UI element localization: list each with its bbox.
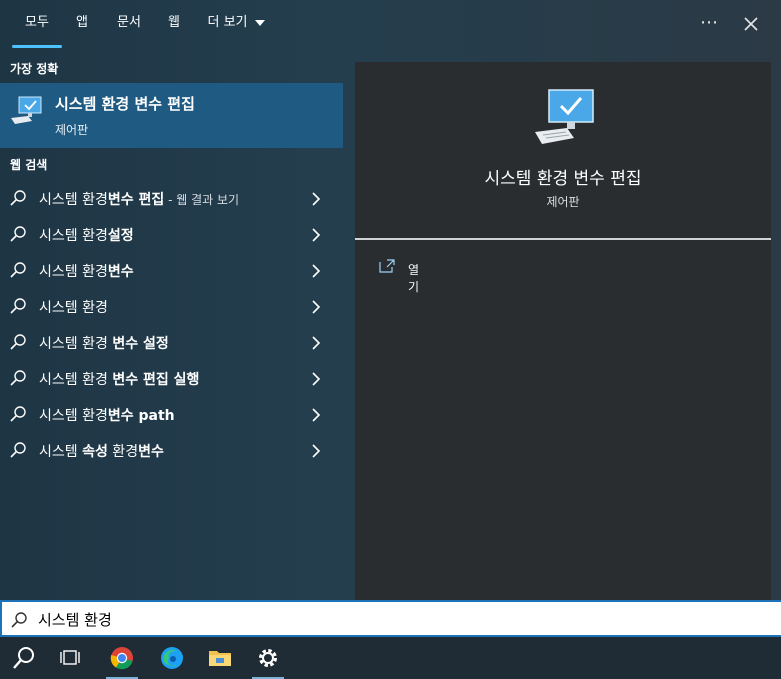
- chevron-right-icon: [312, 444, 321, 458]
- chevron-right-icon: [312, 300, 321, 314]
- taskbar-search-button[interactable]: [2, 637, 46, 679]
- tab-more[interactable]: 더 보기: [200, 0, 272, 48]
- close-glyph: [744, 17, 758, 31]
- search-icon: [10, 262, 26, 278]
- suggestion-plain: 시스템 환경: [39, 192, 108, 208]
- system-properties-large-icon: [535, 89, 594, 144]
- suggestion-plain: 시스템 환경: [39, 408, 108, 424]
- suggestion-text: 시스템 환경설정: [39, 225, 134, 245]
- chevron-down-icon: [254, 19, 265, 26]
- close-icon[interactable]: [735, 8, 767, 40]
- web-search-heading: 웹 검색: [10, 158, 48, 172]
- open-action-label: 열기: [408, 263, 420, 294]
- filter-tabs: 모두 앱 문서 웹 더 보기 ⋯: [0, 0, 781, 50]
- search-icon: [10, 298, 26, 314]
- tab-more-label: 더 보기: [207, 15, 248, 30]
- web-suggestion[interactable]: 시스템 환경설정: [0, 216, 343, 252]
- edge-icon: [161, 647, 183, 669]
- suggestion-plain: 시스템 환경: [39, 372, 113, 388]
- web-suggestion[interactable]: 시스템 환경 변수 편집 실행: [0, 360, 343, 396]
- chevron-right-icon: [312, 228, 321, 242]
- suggestion-bold: 변수 설정: [112, 336, 169, 352]
- web-suggestion[interactable]: 시스템 속성 환경변수: [0, 432, 343, 468]
- suggestion-text: 시스템 환경변수 편집 - 웹 결과 보기: [39, 189, 239, 209]
- best-match-item[interactable]: 시스템 환경 변수 편집 제어판: [0, 83, 343, 148]
- suggestion-text: 시스템 환경변수 path: [39, 405, 175, 425]
- detail-pane: 시스템 환경 변수 편집 제어판 열기: [355, 62, 771, 600]
- suggestion-bold: 변수 편집: [107, 192, 165, 208]
- suggestion-hint: - 웹 결과 보기: [164, 193, 240, 207]
- suggestion-text: 시스템 환경: [39, 297, 108, 317]
- suggestion-bold-2: 변수: [138, 444, 164, 460]
- settings-button[interactable]: [246, 637, 290, 679]
- chevron-right-icon: [312, 408, 321, 422]
- detail-divider: [355, 238, 771, 240]
- settings-icon: [259, 649, 277, 667]
- suggestion-plain: 시스템: [39, 444, 83, 460]
- search-panel: 모두 앱 문서 웹 더 보기 ⋯ 가장 정확 시스템 환경 변수 편집 제어판 …: [0, 0, 781, 600]
- tab-documents[interactable]: 문서: [109, 0, 149, 48]
- suggestion-rest: 환경: [107, 444, 139, 460]
- suggestion-plain: 시스템 환경: [39, 300, 108, 316]
- suggestion-text: 시스템 환경 변수 편집 실행: [39, 369, 199, 389]
- suggestion-text: 시스템 속성 환경변수: [39, 441, 164, 461]
- chrome-icon: [110, 647, 133, 670]
- web-suggestion[interactable]: 시스템 환경: [0, 288, 343, 324]
- open-external-icon: [379, 259, 395, 273]
- search-icon: [10, 370, 26, 386]
- suggestion-bold: 변수 편집 실행: [112, 372, 200, 388]
- suggestion-bold: 변수 path: [107, 408, 175, 424]
- tab-web[interactable]: 웹: [160, 0, 188, 48]
- search-icon: [10, 334, 26, 350]
- search-box[interactable]: [0, 600, 781, 637]
- suggestion-text: 시스템 환경 변수 설정: [39, 333, 169, 353]
- search-icon: [10, 190, 26, 206]
- task-view-icon: [60, 650, 80, 665]
- more-options-icon[interactable]: ⋯: [693, 8, 725, 40]
- best-match-title: 시스템 환경 변수 편집: [55, 95, 195, 113]
- web-suggestion[interactable]: 시스템 환경변수 path: [0, 396, 343, 432]
- file-explorer-icon: [209, 651, 231, 666]
- detail-subtitle: 제어판: [546, 195, 580, 209]
- best-match-subtitle: 제어판: [55, 123, 89, 137]
- detail-title: 시스템 환경 변수 편집: [484, 169, 642, 189]
- web-suggestion[interactable]: 시스템 환경변수 편집 - 웹 결과 보기: [0, 180, 343, 216]
- search-input[interactable]: [38, 606, 638, 632]
- search-icon: [13, 647, 34, 669]
- chrome-button[interactable]: [100, 637, 144, 679]
- edge-button[interactable]: [150, 637, 194, 679]
- file-explorer-button[interactable]: [198, 637, 242, 679]
- search-icon: [10, 442, 26, 458]
- tab-apps[interactable]: 앱: [68, 0, 96, 48]
- system-properties-icon: [11, 96, 42, 124]
- web-suggestion[interactable]: 시스템 환경변수: [0, 252, 343, 288]
- suggestion-text: 시스템 환경변수: [39, 261, 134, 281]
- chevron-right-icon: [312, 264, 321, 278]
- taskbar: [0, 637, 781, 679]
- suggestion-plain: 시스템 환경: [39, 336, 113, 352]
- search-icon: [11, 612, 27, 628]
- best-match-heading: 가장 정확: [10, 62, 59, 76]
- suggestion-plain: 시스템 환경: [39, 228, 108, 244]
- task-view-button[interactable]: [48, 637, 92, 679]
- suggestion-bold: 속성: [82, 444, 108, 460]
- suggestion-bold: 변수: [107, 264, 134, 280]
- chevron-right-icon: [312, 192, 321, 206]
- suggestion-bold: 설정: [107, 228, 134, 244]
- search-icon: [10, 406, 26, 422]
- web-suggestion[interactable]: 시스템 환경 변수 설정: [0, 324, 343, 360]
- suggestion-plain: 시스템 환경: [39, 264, 108, 280]
- search-icon: [10, 226, 26, 242]
- chevron-right-icon: [312, 336, 321, 350]
- chevron-right-icon: [312, 372, 321, 386]
- tab-all[interactable]: 모두: [12, 0, 62, 48]
